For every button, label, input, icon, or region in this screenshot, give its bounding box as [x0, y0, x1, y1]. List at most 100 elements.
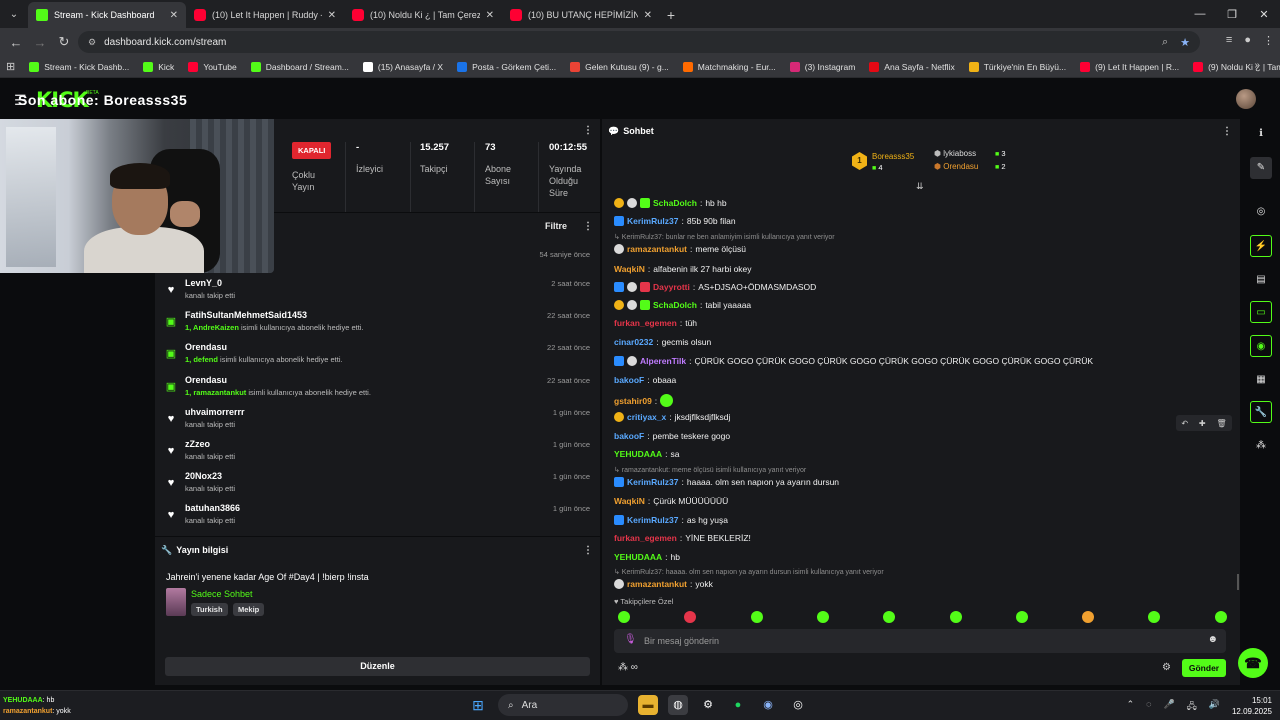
bookmark[interactable]: Posta - Görkem Çeti...	[457, 61, 556, 72]
integrations-icon[interactable]: ⁂	[1250, 435, 1272, 457]
tab-close-icon[interactable]: ✕	[328, 10, 336, 21]
tab-close-icon[interactable]: ✕	[170, 10, 178, 21]
chat-username[interactable]: KerimRulz37	[627, 477, 679, 487]
chat-username[interactable]: bakooF	[614, 375, 644, 385]
chat-message[interactable]: YEHUDAAA: sa	[614, 449, 680, 459]
chat-message[interactable]: cinar0232: gecmis olsun	[614, 337, 711, 347]
chat-input[interactable]: 🎙 Bir mesaj gönderin ☻	[614, 629, 1226, 653]
chat-username[interactable]: gstahir09	[614, 396, 652, 406]
chat-message[interactable]: gstahir09:	[614, 394, 674, 407]
chat-username[interactable]: AlperenTilk	[640, 356, 686, 366]
pin-icon[interactable]: ✚	[1199, 419, 1206, 428]
chat-settings-icon[interactable]: ⚙	[1162, 662, 1171, 673]
tab-search-icon[interactable]: ⌄	[0, 0, 28, 28]
media-control-icon[interactable]: ≡	[1226, 34, 1232, 47]
apps-grid-icon[interactable]: ⊞	[6, 60, 15, 73]
bookmark[interactable]: YouTube	[188, 61, 237, 72]
bookmark[interactable]: Gelen Kutusu (9) - g...	[570, 61, 669, 72]
activity-item[interactable]: ♥ 20Nox23 kanalı takip etti 1 gün önce	[165, 471, 590, 501]
edit-icon[interactable]: ✎	[1250, 157, 1272, 179]
activity-more-icon[interactable]: ⋮	[583, 221, 593, 232]
chat-icon[interactable]: ▭	[1250, 301, 1272, 323]
chat-message[interactable]: ramazantankut: meme ölçüsü	[614, 244, 746, 254]
info-more-icon[interactable]: ⋮	[583, 545, 593, 556]
bookmark-star-icon[interactable]: ★	[1180, 36, 1190, 49]
emote-icon[interactable]	[816, 611, 829, 623]
reload-icon[interactable]: ↻	[52, 34, 76, 50]
chat-message[interactable]: critiyax_x: jksdjflksdjflksdj	[614, 412, 730, 422]
edit-stream-info-button[interactable]: Düzenle	[165, 657, 590, 676]
network-icon[interactable]: 🖧	[1187, 699, 1197, 715]
chat-username[interactable]: YEHUDAAA	[614, 552, 662, 562]
chat-message[interactable]: bakooF: obaaa	[614, 375, 676, 385]
chat-message[interactable]: bakooF: pembe teskere gogo	[614, 431, 730, 441]
chat-message[interactable]: AlperenTilk: ÇÜRÜK GOGO ÇÜRÜK GOGO ÇÜRÜK …	[614, 356, 1093, 366]
chat-username[interactable]: WaqkiN	[614, 264, 645, 274]
bookmark[interactable]: (9) Let It Happen | R...	[1080, 61, 1179, 72]
chat-message[interactable]: YEHUDAAA: hb	[614, 552, 680, 562]
reply-icon[interactable]: ↶	[1181, 419, 1188, 428]
file-explorer-icon[interactable]: ▬	[638, 695, 658, 715]
steam-icon[interactable]: ⚙	[698, 695, 718, 715]
chat-message[interactable]: KerimRulz37: as hg yuşa	[614, 515, 728, 525]
chat-username[interactable]: critiyax_x	[627, 412, 666, 422]
user-avatar[interactable]	[1236, 89, 1256, 109]
tray-chevron-icon[interactable]: ⌃	[1127, 699, 1135, 715]
chat-message[interactable]: WaqkiN: Çürük MÜÜÜÜÜÜÜ	[614, 496, 728, 506]
leaderboard-third[interactable]: Orendasu	[943, 162, 978, 171]
emote-icon[interactable]	[883, 611, 896, 623]
browser-tab[interactable]: (10) Noldu Ki ¿ | Tam Çerezlik | ✕	[344, 2, 502, 28]
chat-message[interactable]: WaqkiN: alfabenin ilk 27 harbi okey	[614, 264, 752, 274]
zoom-icon[interactable]: ⌕	[1162, 36, 1168, 49]
tools-icon[interactable]: 🔧	[1250, 401, 1272, 423]
bookmark[interactable]: Matchmaking - Eur...	[682, 61, 776, 72]
chat-username[interactable]: KerimRulz37	[627, 515, 679, 525]
activity-item[interactable]: ▣ Orendasu 1, defend isimli kullanıcıya ab…	[165, 342, 590, 372]
camera-icon[interactable]: ◎	[1250, 201, 1272, 223]
browser-menu-icon[interactable]: ⋮	[1263, 34, 1274, 47]
chat-username[interactable]: Dayyrotti	[653, 282, 690, 292]
bookmark[interactable]: Kick	[143, 61, 174, 72]
stats-more-icon[interactable]: ⋮	[583, 125, 593, 136]
tab-close-icon[interactable]: ✕	[486, 10, 494, 21]
chat-message[interactable]: Dayyrotti: AS+DJSAO+ÖDMASMDASOD	[614, 282, 816, 292]
emote-icon[interactable]	[1214, 611, 1227, 623]
chat-username[interactable]: YEHUDAAA	[614, 449, 662, 459]
emote-icon[interactable]	[618, 611, 630, 623]
clock[interactable]: 15:01 12.09.2025	[1232, 695, 1272, 717]
expand-pinned-icon[interactable]: ⇊	[916, 181, 924, 192]
browser-tab[interactable]: (10) BU UTANÇ HEPİMİZİN | Ma ✕	[502, 2, 660, 28]
help-chat-button[interactable]: ☎	[1238, 648, 1268, 678]
taskbar-search[interactable]: ⌕ Ara	[498, 694, 628, 716]
close-window-icon[interactable]: ✕	[1248, 0, 1280, 28]
activity-item[interactable]: ▣ Orendasu 1, ramazantankut isimli kullanı…	[165, 375, 590, 405]
browser-tab[interactable]: (10) Let It Happen | Ruddy - Yo ✕	[186, 2, 344, 28]
emote-icon[interactable]	[1015, 611, 1028, 623]
emoji-icon[interactable]: ☻	[1207, 634, 1218, 645]
windows-start-icon[interactable]: ⊞	[468, 695, 488, 715]
emote-icon[interactable]	[750, 611, 763, 623]
emote-icon[interactable]	[684, 611, 697, 623]
emote-icon[interactable]	[949, 611, 962, 623]
activity-item[interactable]: ♥ uhvaimorrerrr kanalı takip etti 1 gün önc…	[165, 407, 590, 437]
activity-item[interactable]: ▣ FatihSultanMehmetSaid1453 1, AndreKaizen…	[165, 310, 590, 340]
broadcast-icon[interactable]: ◉	[1250, 335, 1272, 357]
bookmarks-overflow-icon[interactable]: »	[1254, 60, 1260, 71]
back-icon[interactable]: ←	[4, 35, 28, 50]
new-tab-button[interactable]: +	[660, 2, 682, 28]
bookmark[interactable]: (15) Anasayfa / X	[362, 61, 443, 72]
chat-username[interactable]: bakooF	[614, 431, 644, 441]
obs-icon[interactable]: ◎	[788, 695, 808, 715]
chat-username[interactable]: SchaDolch	[653, 300, 697, 310]
microphone-tray-icon[interactable]: 🎤	[1164, 699, 1175, 715]
site-info-icon[interactable]: ⚙	[88, 37, 96, 48]
send-button[interactable]: Gönder	[1182, 659, 1226, 677]
chat-username[interactable]: KerimRulz37	[627, 216, 679, 226]
bookmark[interactable]: Türkiye'nin En Büyü...	[968, 61, 1066, 72]
microphone-icon[interactable]: 🎙	[624, 634, 637, 645]
forward-icon[interactable]: →	[28, 35, 52, 50]
spotify-icon[interactable]: ●	[728, 695, 748, 715]
restore-icon[interactable]: ❐	[1216, 0, 1248, 28]
quick-actions-icon[interactable]: ⚡	[1250, 235, 1272, 257]
chat-message[interactable]: KerimRulz37: haaaa. olm sen napıon ya aya…	[614, 477, 839, 487]
